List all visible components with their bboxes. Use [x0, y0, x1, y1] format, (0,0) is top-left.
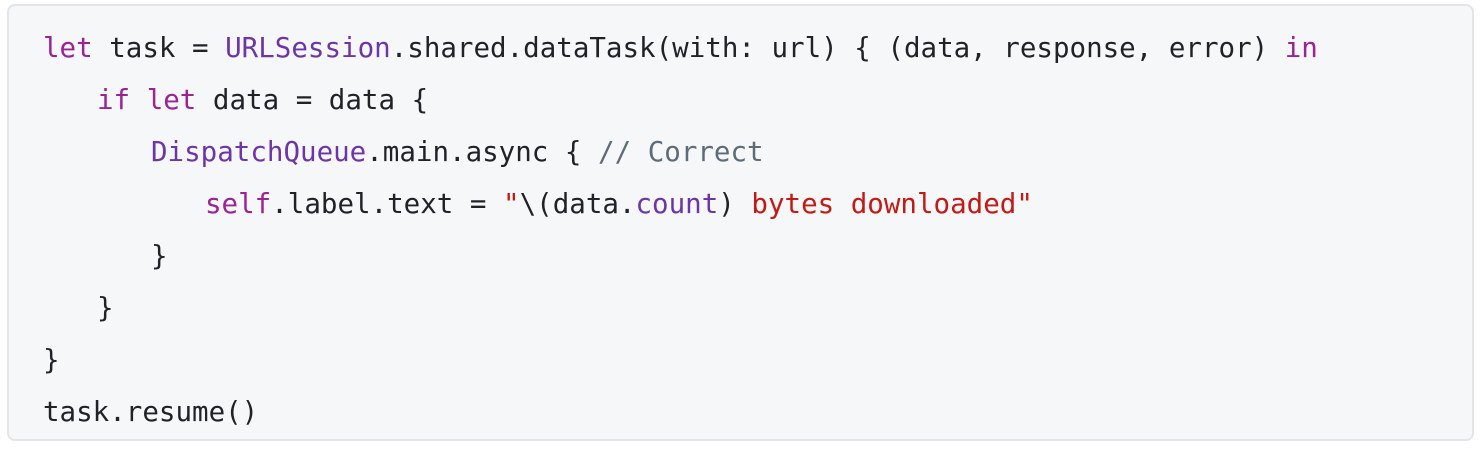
- property-count: count: [635, 188, 719, 220]
- code-line-4: self.label.text = "\(data.count) bytes d…: [43, 178, 1318, 230]
- code-line-2: if let data = data {: [43, 74, 1318, 126]
- code-line-7: }: [43, 334, 1318, 386]
- code-block: let task = URLSession.shared.dataTask(wi…: [7, 4, 1474, 441]
- code-text: \(data.: [519, 188, 636, 220]
- keyword-in: in: [1284, 32, 1318, 64]
- code-line-1: let task = URLSession.shared.dataTask(wi…: [43, 22, 1318, 74]
- keyword-if: if: [97, 84, 131, 116]
- string-literal: bytes downloaded": [734, 188, 1033, 220]
- code-comment: // Correct: [598, 136, 764, 168]
- string-open-quote: ": [503, 188, 520, 220]
- code-text: .main.async {: [366, 136, 599, 168]
- keyword-let: let: [146, 84, 197, 116]
- closing-brace: }: [43, 344, 60, 376]
- type-urlsession: URLSession: [225, 32, 391, 64]
- code-text: task.resume(): [43, 396, 259, 428]
- closing-brace: }: [151, 240, 168, 272]
- code-text: .label.text =: [271, 188, 504, 220]
- code-line-6: }: [43, 282, 1318, 334]
- code-text: ): [718, 188, 735, 220]
- keyword-let: let: [43, 32, 93, 64]
- code-text: .shared.dataTask(with: url) { (data, res…: [390, 32, 1285, 64]
- keyword-self: self: [205, 188, 272, 220]
- closing-brace: }: [97, 292, 114, 324]
- code-line-5: }: [43, 230, 1318, 282]
- code-text: task =: [92, 32, 226, 64]
- code-line-8: task.resume(): [43, 386, 1318, 438]
- code-line-3: DispatchQueue.main.async { // Correct: [43, 126, 1318, 178]
- code-lines: let task = URLSession.shared.dataTask(wi…: [43, 22, 1318, 438]
- code-text: data = data {: [196, 84, 429, 116]
- type-dispatchqueue: DispatchQueue: [151, 136, 367, 168]
